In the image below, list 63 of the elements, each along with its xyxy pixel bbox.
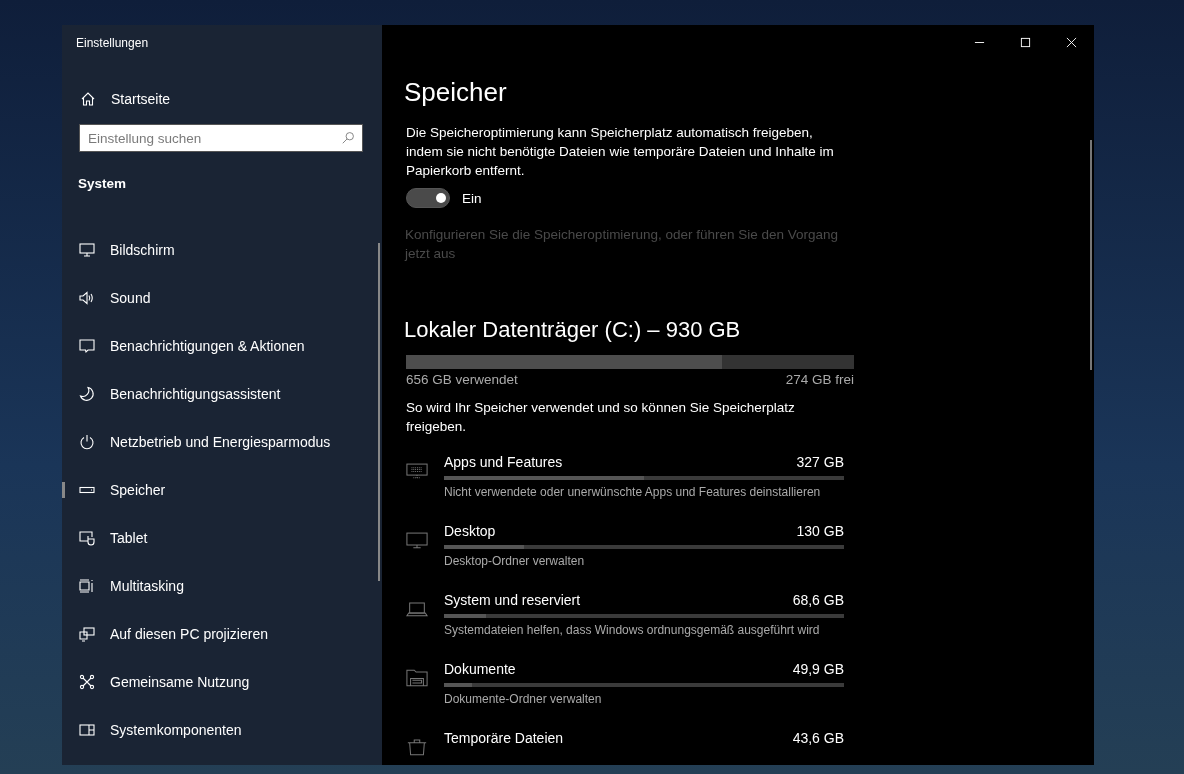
category-size: 49,9 GB [792, 661, 844, 677]
toggle-label: Ein [462, 190, 482, 206]
category-name: Desktop [444, 523, 496, 539]
nav-item[interactable]: Gemeinsame Nutzung [62, 658, 382, 706]
free-label: 274 GB frei [785, 372, 854, 387]
window-title: Einstellungen [75, 35, 150, 52]
home-icon [80, 91, 96, 107]
category-size: 68,6 GB [792, 592, 844, 608]
search-icon [341, 131, 355, 145]
speaker-icon [79, 290, 95, 306]
nav-item[interactable]: Multitasking [62, 562, 382, 610]
storage-category[interactable]: System und reserviert 68,6 GB Systemdateien helfen, dass Windows ordnungsgemäß ausgeführt wird [406, 592, 854, 649]
nav-item[interactable]: Systemkomponenten [62, 706, 382, 754]
message-icon [79, 338, 95, 354]
description-text: Die Speicheroptimierung kann Speicherplatz automatisch freigeben, indem sie nicht benötigte Dateien wie temporäre Dateien und Inhalte im Papierkorb entfernt. [406, 124, 835, 180]
category-name: Dokumente [444, 661, 516, 677]
nav-item[interactable]: Tablet [62, 514, 382, 562]
toggle-switch[interactable] [406, 188, 450, 208]
storage-category[interactable]: Apps und Features 327 GB Nicht verwendete oder unerwünschte Apps und Features deinstallieren [406, 454, 854, 511]
nav-item[interactable]: Netzbetrieb und Energiesparmodus [62, 418, 382, 466]
maximize-icon [1019, 36, 1031, 48]
nav-item[interactable]: Benachrichtigungsassistent [62, 370, 382, 418]
storage-category[interactable]: Dokumente 49,9 GB Dokumente-Ordner verwalten [406, 661, 854, 718]
project-icon [79, 626, 95, 642]
section-heading: System [77, 175, 128, 193]
panel-icon [79, 722, 95, 738]
monitor-icon [406, 530, 428, 549]
laptop-icon [406, 599, 428, 618]
page-title: Speicher [404, 77, 508, 109]
folder-icon [406, 668, 428, 687]
scrollbar[interactable] [1090, 140, 1092, 370]
nav-item[interactable]: Sound [62, 274, 382, 322]
category-description: Dokumente-Ordner verwalten [444, 692, 603, 706]
category-size: 43,6 GB [792, 730, 844, 746]
multitask-icon [79, 578, 95, 594]
nav-item[interactable]: Bildschirm [62, 226, 382, 274]
category-size: 130 GB [796, 523, 844, 539]
category-name: Temporäre Dateien [444, 730, 564, 746]
drive-title: Lokaler Datenträger (C:) – 930 GB [404, 317, 742, 344]
storage-category[interactable]: Desktop 130 GB Desktop-Ordner verwalten [406, 523, 854, 580]
apps-icon [406, 461, 428, 480]
power-icon [79, 434, 95, 450]
nav-item[interactable]: Benachrichtigungen & Aktionen [62, 322, 382, 370]
search-field[interactable]: Einstellung suchen [79, 124, 363, 152]
display-icon [79, 242, 95, 258]
category-name: Apps und Features [444, 454, 563, 470]
share-icon [79, 674, 95, 690]
nav-item[interactable]: Speicher [62, 466, 382, 514]
trash-icon [406, 737, 428, 756]
home-link[interactable]: Startseite [62, 61, 382, 109]
category-name: System und reserviert [444, 592, 581, 608]
scrollbar[interactable] [378, 243, 380, 581]
usage-intro-text: So wird Ihr Speicher verwendet und so können Sie Speicherplatz freigeben. [406, 399, 796, 436]
storage-category[interactable]: Temporäre Dateien 43,6 GB [406, 730, 854, 765]
moon-icon [79, 386, 95, 402]
used-label: 656 GB verwendet [406, 372, 518, 387]
category-description: Systemdateien helfen, dass Windows ordnungsgemäß ausgeführt wird [444, 623, 821, 637]
nav-item[interactable]: Auf diesen PC projizieren [62, 610, 382, 658]
close-icon [1065, 36, 1077, 48]
tablet-icon [79, 530, 95, 546]
category-size: 327 GB [796, 454, 844, 470]
category-description: Nicht verwendete oder unerwünschte Apps und Features deinstallieren [444, 485, 822, 499]
category-description: Desktop-Ordner verwalten [444, 554, 586, 568]
